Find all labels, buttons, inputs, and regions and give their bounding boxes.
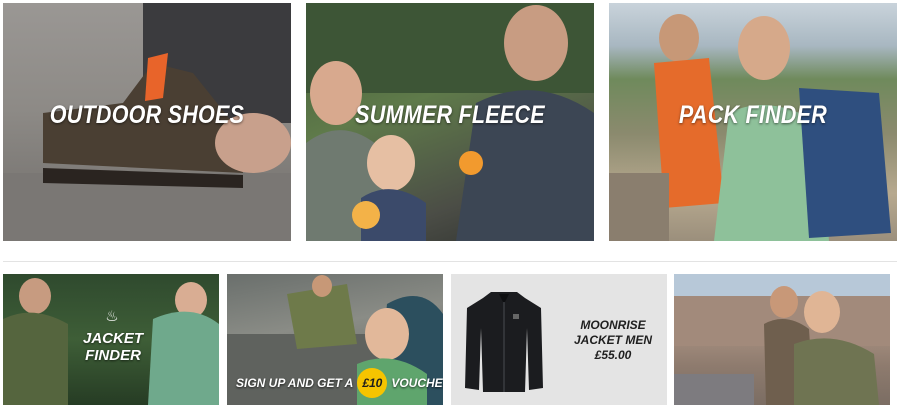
product-name-line2: JACKET MEN xyxy=(573,333,652,347)
outdoor-shoes-label: OUTDOOR SHOES xyxy=(49,101,245,129)
couple-city-tile[interactable] xyxy=(674,274,890,405)
summer-fleece-label: SUMMER FLEECE xyxy=(355,101,545,129)
pack-finder-tile[interactable]: PACK FINDER xyxy=(609,3,897,241)
voucher-signup-tile[interactable]: SIGN UP AND GET A £10 VOUCHER xyxy=(227,274,443,405)
product-name-line1: MOONRISE xyxy=(580,318,646,332)
hanger-icon: ♨ xyxy=(105,308,119,325)
jacket-finder-line1: JACKET xyxy=(82,330,143,347)
voucher-amount-badge: £10 xyxy=(357,368,388,398)
jacket-finder-tile[interactable]: ♨ JACKET FINDER xyxy=(3,274,219,405)
jacket-finder-label: JACKET FINDER xyxy=(63,330,163,364)
voucher-text-before: SIGN UP AND GET A xyxy=(236,376,354,390)
voucher-text-after: VOUCHER xyxy=(391,376,443,390)
voucher-text-row: SIGN UP AND GET A £10 VOUCHER xyxy=(236,368,443,398)
fleece-jacket-image xyxy=(465,292,543,392)
couple-city-image xyxy=(674,274,890,405)
outdoor-shoes-tile[interactable]: OUTDOOR SHOES xyxy=(3,3,291,241)
moonrise-jacket-tile[interactable]: MOONRISE JACKET MEN £55.00 xyxy=(451,274,667,405)
product-price: £55.00 xyxy=(594,348,632,362)
pack-finder-label: PACK FINDER xyxy=(678,101,828,129)
product-info: MOONRISE JACKET MEN £55.00 xyxy=(563,318,663,363)
jacket-finder-line2: FINDER xyxy=(85,347,141,364)
summer-fleece-tile[interactable]: SUMMER FLEECE xyxy=(306,3,594,241)
section-divider xyxy=(3,261,897,262)
